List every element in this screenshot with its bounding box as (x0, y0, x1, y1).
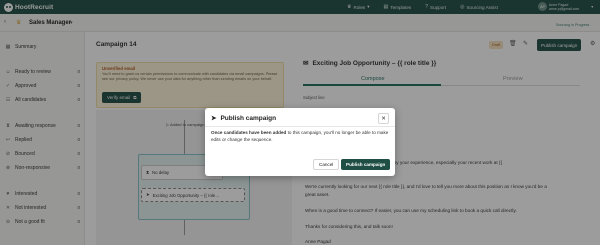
publish-campaign-button[interactable]: Publish campaign (341, 159, 391, 170)
send-icon: ➤ (211, 115, 217, 122)
dialog-title: Publish campaign (220, 114, 277, 122)
cancel-button[interactable]: Cancel (313, 159, 340, 170)
dialog-header: ➤ Publish campaign (211, 114, 277, 123)
publish-campaign-dialog: ➤ Publish campaign ✕ Once candidates hav… (205, 108, 395, 176)
dialog-body-emphasis: Once candidates have been added (211, 130, 287, 135)
divider (205, 126, 395, 127)
dialog-body: Once candidates have been added to this … (211, 130, 389, 143)
close-icon[interactable]: ✕ (378, 113, 389, 124)
